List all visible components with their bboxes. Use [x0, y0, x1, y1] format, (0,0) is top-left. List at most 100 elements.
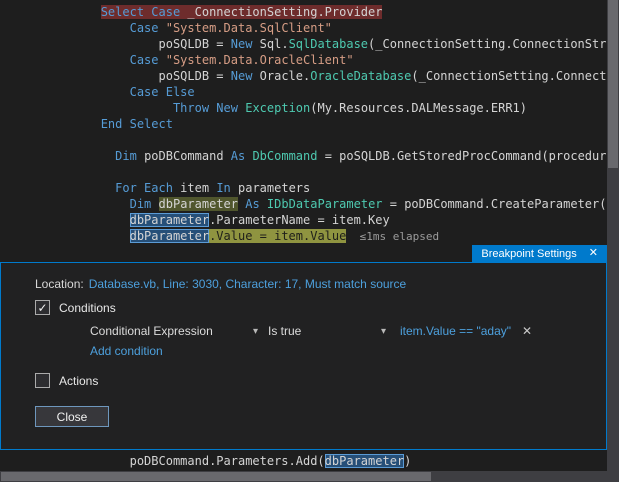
close-button[interactable]: Close [35, 406, 109, 427]
code-token: Throw New [173, 101, 238, 115]
selected-reference: dbParameter [325, 454, 404, 468]
code-token: Exception [245, 101, 310, 115]
highlighted-statement: Select Case [101, 5, 180, 19]
remove-condition-icon[interactable]: ✕ [522, 324, 532, 338]
code-token: (My.Resources.DALMessage.ERR1) [310, 101, 527, 115]
code-token: "System.Data.OracleClient" [166, 53, 354, 67]
vertical-scrollbar-thumb[interactable] [608, 0, 618, 168]
code-line: Throw New Exception(My.Resources.DALMess… [14, 100, 607, 116]
code-token: In [216, 181, 230, 195]
condition-operator-dropdown[interactable]: Is true ▾ [268, 324, 386, 339]
actions-label: Actions [59, 374, 98, 388]
code-token: For Each [115, 181, 173, 195]
code-token: Dim [115, 149, 137, 163]
add-condition-link[interactable]: Add condition [90, 344, 163, 358]
code-token: .ParameterName = item.Key [209, 213, 390, 227]
current-statement: .Value = item.Value [209, 229, 346, 243]
perf-tip[interactable]: ≤1ms elapsed [346, 230, 439, 243]
condition-operator-value: Is true [268, 324, 301, 339]
code-token [151, 197, 158, 211]
code-token [159, 21, 166, 35]
code-token: IDbDataParameter [267, 197, 383, 211]
code-token: poSQLDB = [14, 69, 231, 83]
chevron-down-icon: ▾ [253, 324, 258, 339]
actions-checkbox[interactable] [35, 373, 50, 388]
code-token: ) [404, 454, 411, 468]
code-line: dbParameter.ParameterName = item.Key [14, 212, 607, 228]
code-token [14, 197, 130, 211]
code-token: (_ConnectionSetting.ConnectionString [368, 37, 607, 51]
code-token [260, 197, 267, 211]
code-editor[interactable]: Select Case _ConnectionSetting.Provider … [0, 0, 607, 249]
selected-reference: dbParameter [130, 229, 209, 243]
code-token [14, 21, 130, 35]
code-line: End Select [14, 116, 607, 132]
code-token: Dim [130, 197, 152, 211]
code-line: poSQLDB = New Sql.SqlDatabase(_Connectio… [14, 36, 607, 52]
code-line: For Each item In parameters [14, 180, 607, 196]
code-line: poDBCommand.Parameters.Add(dbParameter) [14, 453, 607, 469]
code-token: poDBCommand.Parameters.Add( [14, 454, 325, 468]
code-token: OracleDatabase [310, 69, 411, 83]
close-icon[interactable]: ✕ [589, 248, 598, 259]
condition-kind-value: Conditional Expression [90, 324, 213, 339]
code-token: Case Else [130, 85, 195, 99]
code-line: Dim poDBCommand As DbCommand = poSQLDB.G… [14, 148, 607, 164]
code-token: SqlDatabase [289, 37, 368, 51]
location-link[interactable]: Database.vb, Line: 3030, Character: 17, … [89, 277, 407, 291]
code-token [14, 85, 130, 99]
condition-kind-dropdown[interactable]: Conditional Expression ▾ [90, 324, 258, 339]
code-token: Case [130, 53, 159, 67]
code-token: "System.Data.SqlClient" [166, 21, 332, 35]
code-token [14, 213, 130, 227]
code-token: item [173, 181, 216, 195]
code-token: = poDBCommand.CreateParameter() [383, 197, 607, 211]
check-icon: ✓ [37, 302, 47, 314]
selected-reference: dbParameter [130, 213, 209, 227]
breakpoint-settings-panel: Location:Database.vb, Line: 3030, Charac… [0, 262, 607, 450]
code-token: poSQLDB = [14, 37, 231, 51]
code-token: parameters [231, 181, 310, 195]
code-line: Case "System.Data.OracleClient" [14, 52, 607, 68]
chevron-down-icon: ▾ [381, 324, 386, 339]
actions-row: Actions [35, 373, 98, 388]
code-token: Case [130, 21, 159, 35]
code-line: dbParameter.Value = item.Value ≤1ms elap… [14, 228, 607, 244]
code-token: poDBCommand [137, 149, 231, 163]
condition-expression-input[interactable]: item.Value == "aday" [400, 324, 511, 338]
conditions-checkbox[interactable]: ✓ [35, 300, 50, 315]
breakpoint-settings-tab-label: Breakpoint Settings [481, 248, 576, 260]
code-token: (_ConnectionSetting.ConnectionS [411, 69, 607, 83]
code-line: Select Case _ConnectionSetting.Provider [14, 4, 607, 20]
highlighted-reference: dbParameter [159, 197, 238, 211]
breakpoint-settings-tab: Breakpoint Settings ✕ [472, 245, 607, 262]
code-token [14, 229, 130, 243]
code-line [14, 132, 607, 148]
code-editor-bottom[interactable]: poDBCommand.Parameters.Add(dbParameter) [0, 453, 607, 470]
horizontal-scrollbar-thumb[interactable] [1, 472, 431, 481]
code-token: As [245, 197, 259, 211]
code-token [14, 117, 101, 131]
conditions-row: ✓ Conditions [35, 300, 116, 315]
code-line [14, 164, 607, 180]
code-token [159, 53, 166, 67]
horizontal-scrollbar[interactable] [0, 471, 607, 482]
code-line: poSQLDB = New Oracle.OracleDatabase(_Con… [14, 68, 607, 84]
conditions-label: Conditions [59, 301, 116, 315]
code-line: Case "System.Data.SqlClient" [14, 20, 607, 36]
code-token: = poSQLDB.GetStoredProcCommand(procedure… [317, 149, 607, 163]
code-token: End Select [101, 117, 173, 131]
code-token: Oracle. [252, 69, 310, 83]
code-token: Sql. [252, 37, 288, 51]
location-row: Location:Database.vb, Line: 3030, Charac… [35, 277, 406, 291]
code-token: DbCommand [252, 149, 317, 163]
code-token [14, 181, 115, 195]
code-line: Dim dbParameter As IDbDataParameter = po… [14, 196, 607, 212]
code-token [14, 149, 115, 163]
code-token: New [231, 37, 253, 51]
vertical-scrollbar[interactable] [607, 0, 619, 482]
code-token [14, 53, 130, 67]
code-line: Case Else [14, 84, 607, 100]
code-token: As [231, 149, 245, 163]
code-token [14, 101, 173, 115]
